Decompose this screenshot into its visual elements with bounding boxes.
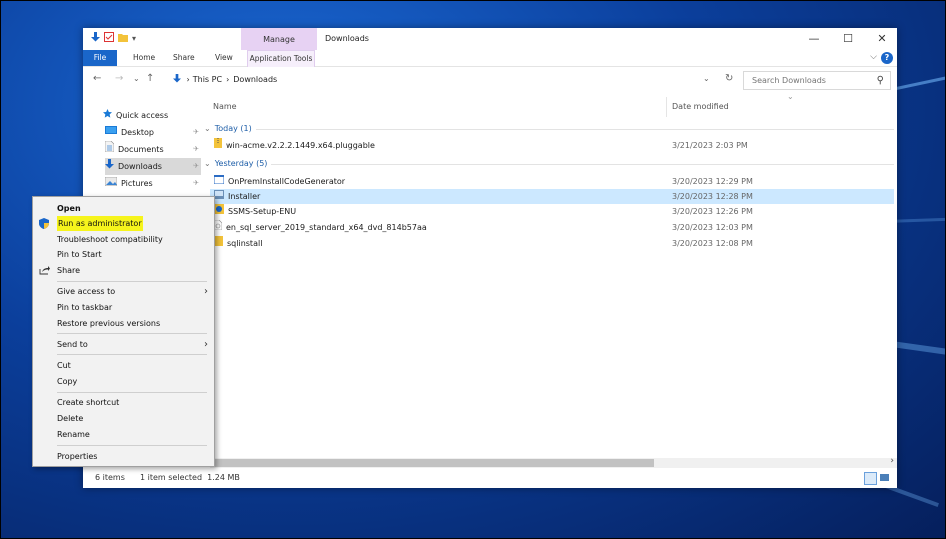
screenshot-border	[0, 0, 946, 539]
